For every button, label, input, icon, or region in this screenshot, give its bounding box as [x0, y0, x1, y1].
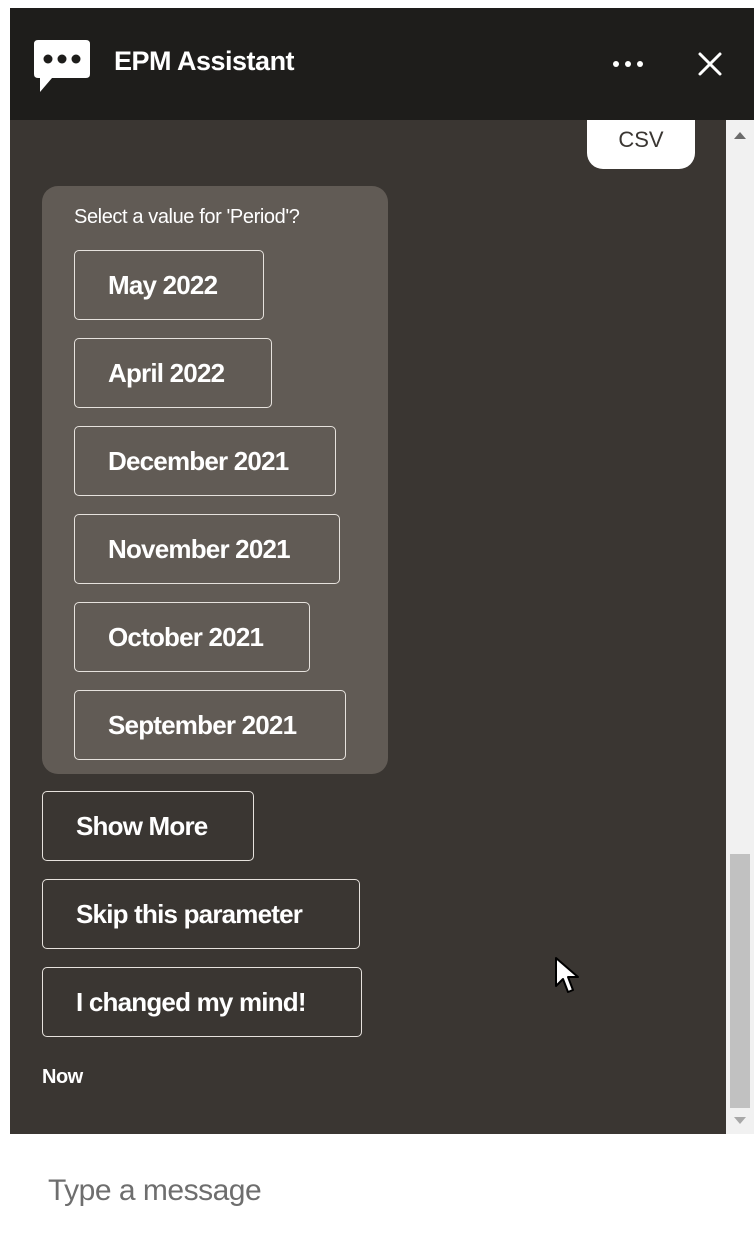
mouse-pointer-icon [554, 956, 580, 996]
close-icon [698, 52, 722, 76]
message-composer [10, 1134, 754, 1246]
message-input[interactable] [46, 1162, 710, 1220]
scroll-down-arrow-icon[interactable] [734, 1117, 746, 1124]
chat-header: EPM Assistant [10, 8, 754, 120]
assistant-title: EPM Assistant [114, 46, 295, 76]
bot-prompt: Select a value for 'Period'? [74, 206, 300, 228]
changed-mind-button[interactable]: I changed my mind! [42, 967, 362, 1037]
period-option-button[interactable]: November 2021 [74, 514, 340, 584]
period-option-button[interactable]: September 2021 [74, 690, 346, 760]
scroll-up-arrow-icon[interactable] [734, 132, 746, 139]
conversation-pane: CSV Select a value for 'Period'? May 202… [10, 120, 726, 1134]
period-option-button[interactable]: May 2022 [74, 250, 264, 320]
chat-bubble-dots-icon [30, 34, 94, 98]
bot-message-card: Select a value for 'Period'? May 2022 Ap… [42, 186, 388, 774]
user-message-bubble: CSV [587, 120, 695, 169]
conversation-scrollbar[interactable] [726, 120, 754, 1134]
close-button[interactable] [690, 44, 730, 84]
period-option-button[interactable]: December 2021 [74, 426, 336, 496]
skip-parameter-button[interactable]: Skip this parameter [42, 879, 360, 949]
more-options-button[interactable] [604, 44, 652, 84]
more-horizontal-icon [613, 61, 643, 67]
period-option-button[interactable]: October 2021 [74, 602, 310, 672]
show-more-button[interactable]: Show More [42, 791, 254, 861]
message-timestamp: Now [42, 1066, 83, 1088]
scrollbar-thumb[interactable] [730, 854, 750, 1108]
chat-window: EPM Assistant CSV Select a value for 'Pe… [10, 8, 754, 1246]
period-option-button[interactable]: April 2022 [74, 338, 272, 408]
